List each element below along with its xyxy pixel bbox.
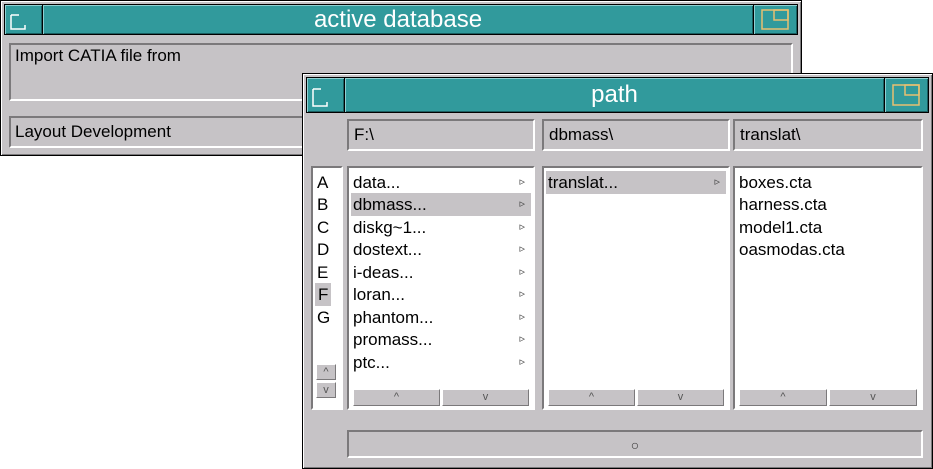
scroll-down-button[interactable]: v	[442, 389, 529, 406]
folder-item-label: dostext...	[353, 240, 422, 259]
expand-arrow-icon: ▹	[714, 176, 720, 188]
expand-arrow-icon: ▹	[519, 333, 525, 345]
folder-item[interactable]: dostext... ▹	[351, 238, 531, 261]
drive-item[interactable]: G	[317, 306, 330, 329]
folder-item-label: promass...	[353, 330, 433, 349]
file-item[interactable]: harness.cta	[737, 193, 919, 216]
drive-list[interactable]: A B C D E F G ^ v	[311, 166, 343, 410]
scroll-up-button[interactable]: ^	[739, 389, 827, 406]
scroll-up-button[interactable]: ^	[353, 389, 440, 406]
file-item[interactable]: oasmodas.cta	[737, 238, 919, 261]
drive-item-selected[interactable]: F	[315, 283, 332, 306]
expand-arrow-icon: ▹	[519, 198, 525, 210]
folder-item[interactable]: loran... ▹	[351, 283, 531, 306]
folder-item-label: ptc...	[353, 353, 390, 372]
expand-arrow-icon: ▹	[519, 176, 525, 188]
window-menu-icon[interactable]	[307, 78, 345, 112]
folder-item-label: phantom...	[353, 308, 434, 327]
maximize-icon[interactable]	[753, 5, 797, 34]
folder-item[interactable]: promass... ▹	[351, 328, 531, 351]
path-label-3-text: translat\	[740, 125, 801, 144]
path-label-2-text: dbmass\	[549, 125, 614, 144]
path-label-1: F:\	[347, 119, 535, 151]
file-item[interactable]: boxes.cta	[737, 171, 919, 194]
folder-item[interactable]: ptc... ▹	[351, 351, 531, 374]
status-text: Layout Development	[15, 122, 171, 141]
path-label-3: translat\	[733, 119, 923, 151]
path-titlebar[interactable]: path	[306, 77, 929, 113]
description-text: Import CATIA file from	[15, 46, 181, 65]
drive-item[interactable]: D	[317, 238, 329, 261]
drive-scroll-up[interactable]: ^	[316, 364, 336, 380]
folder-item-label: diskg~1...	[353, 218, 427, 237]
ok-icon: ○	[630, 437, 640, 453]
maximize-icon[interactable]	[884, 78, 928, 112]
window-menu-icon[interactable]	[5, 5, 43, 34]
scroll-down-button[interactable]: v	[829, 389, 917, 406]
drive-item[interactable]: A	[317, 171, 328, 194]
expand-arrow-icon: ▹	[519, 266, 525, 278]
path-window: path F:\ dbmass\ translat\ A B C D E F G…	[302, 73, 933, 469]
folder-item[interactable]: phantom... ▹	[351, 306, 531, 329]
folder-list-1[interactable]: data... ▹ dbmass... ▹ diskg~1... ▹ dostext.…	[347, 166, 535, 410]
path-label-2: dbmass\	[542, 119, 730, 151]
folder-item-selected[interactable]: translat... ▹	[546, 171, 726, 194]
expand-arrow-icon: ▹	[519, 311, 525, 323]
folder-item-selected[interactable]: dbmass... ▹	[351, 193, 531, 216]
expand-arrow-icon: ▹	[519, 243, 525, 255]
folder-item-label: loran...	[353, 285, 405, 304]
expand-arrow-icon: ▹	[519, 288, 525, 300]
drive-scroll-down[interactable]: v	[316, 382, 336, 398]
drive-item[interactable]: C	[317, 216, 329, 239]
folder-item-label: translat...	[548, 173, 618, 192]
folder-item-label: data...	[353, 173, 401, 192]
scroll-up-button[interactable]: ^	[548, 389, 635, 406]
folder-item[interactable]: data... ▹	[351, 171, 531, 194]
file-item[interactable]: model1.cta	[737, 216, 919, 239]
expand-arrow-icon: ▹	[519, 356, 525, 368]
ok-button[interactable]: ○	[347, 430, 923, 458]
scroll-down-button[interactable]: v	[637, 389, 724, 406]
drive-item[interactable]: B	[317, 193, 328, 216]
drive-item[interactable]: E	[317, 261, 328, 284]
folder-item[interactable]: diskg~1... ▹	[351, 216, 531, 239]
window-title: path	[345, 78, 884, 112]
folder-item-label: i-deas...	[353, 263, 414, 282]
file-list[interactable]: boxes.cta harness.cta model1.cta oasmoda…	[733, 166, 923, 410]
expand-arrow-icon: ▹	[519, 221, 525, 233]
folder-item[interactable]: i-deas... ▹	[351, 261, 531, 284]
window-title: active database	[43, 5, 753, 34]
path-label-1-text: F:\	[354, 125, 374, 144]
folder-list-2[interactable]: translat... ▹ ^ v	[542, 166, 730, 410]
folder-item-label: dbmass...	[353, 195, 427, 214]
active-database-titlebar[interactable]: active database	[4, 4, 798, 35]
